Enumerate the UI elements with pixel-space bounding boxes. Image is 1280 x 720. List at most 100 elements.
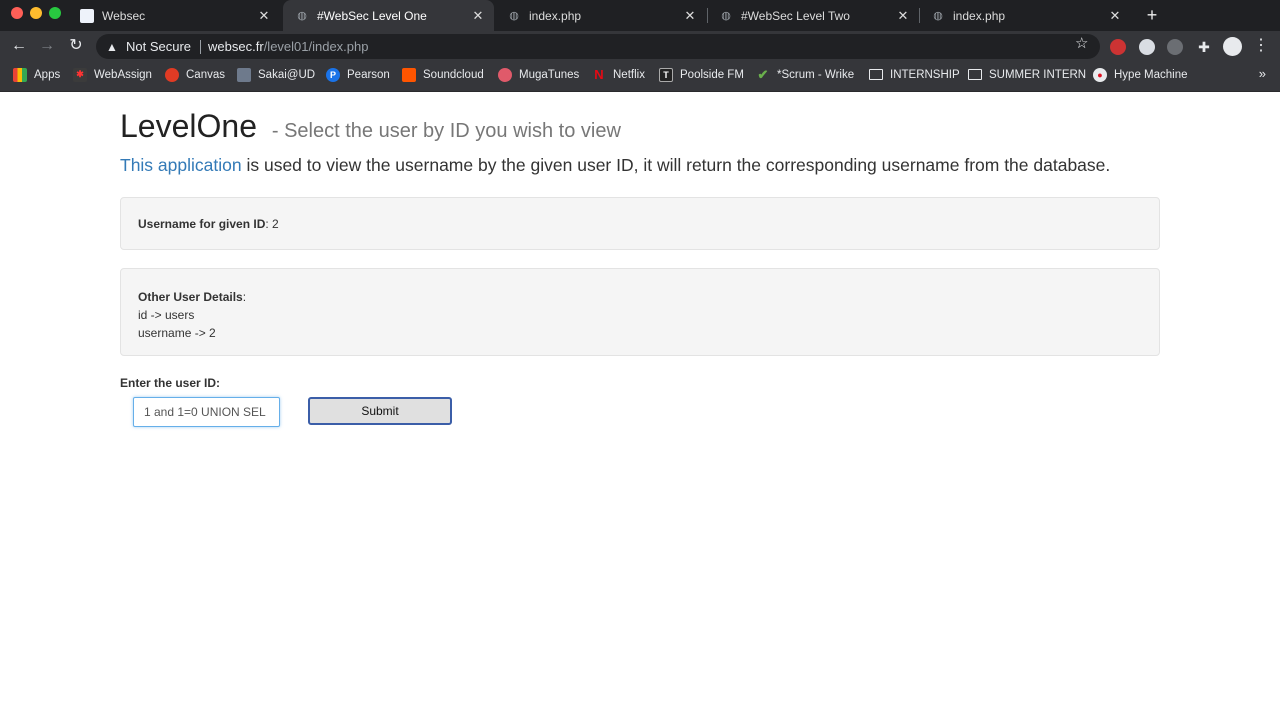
bookmark-label: Sakai@UD: [258, 68, 316, 81]
tab-index-php-2[interactable]: ◍ index.php ✕: [919, 0, 1131, 31]
ublock-extension-icon[interactable]: [1110, 39, 1126, 55]
bookmark-pearson[interactable]: P Pearson: [326, 62, 390, 87]
tab-title: index.php: [953, 8, 1006, 23]
more-bookmarks-chevron-icon[interactable]: »: [1259, 66, 1266, 81]
warning-triangle-icon: ▲: [106, 39, 118, 54]
url-host: websec.fr: [208, 39, 264, 54]
details-line-id: id -> users: [138, 308, 195, 322]
forward-arrow-icon[interactable]: →: [37, 36, 57, 56]
browser-toolbar: ← → ↻ ▲ Not Secure websec.fr/level01/ind…: [0, 31, 1280, 62]
bookmark-hype-machine[interactable]: ● Hype Machine: [1093, 62, 1188, 87]
profile-avatar-icon[interactable]: [1223, 37, 1242, 56]
bookmarks-bar: Apps ✱ WebAssign Canvas Sakai@UD P Pears…: [0, 62, 1280, 92]
poolside-icon: T: [659, 67, 673, 82]
result-value: : 2: [265, 216, 279, 231]
extension-c-icon[interactable]: [1139, 39, 1155, 55]
tab-index-php[interactable]: ◍ index.php ✕: [495, 0, 706, 31]
tab-title: #WebSec Level Two: [741, 8, 850, 23]
not-secure-label[interactable]: Not Secure: [126, 39, 191, 54]
new-tab-button[interactable]: +: [1143, 4, 1161, 26]
zoom-window-button[interactable]: [49, 7, 61, 19]
bookmark-label: Pearson: [347, 68, 390, 81]
submit-button[interactable]: Submit: [308, 397, 452, 425]
bookmark-apps[interactable]: Apps: [13, 62, 60, 87]
bookmark-sakai[interactable]: Sakai@UD: [237, 62, 315, 87]
extension-gear-icon[interactable]: [1167, 39, 1183, 55]
lead-paragraph: This application is used to view the use…: [120, 155, 1110, 176]
bookmark-label: MugaTunes: [519, 68, 580, 81]
close-icon[interactable]: ✕: [1107, 8, 1123, 24]
tab-bar: Websec ✕ ◍ #WebSec Level One ✕ ◍ index.p…: [0, 0, 1280, 31]
bookmark-label: Hype Machine: [1114, 68, 1188, 81]
reload-icon[interactable]: ↻: [66, 36, 86, 56]
result-well: Username for given ID: 2: [120, 197, 1160, 250]
tab-title: #WebSec Level One: [317, 8, 427, 23]
details-label: Other User Details: [138, 290, 243, 304]
bookmark-mugatunes[interactable]: MugaTunes: [498, 62, 579, 87]
url-path: /level01/index.php: [263, 39, 369, 54]
close-icon[interactable]: ✕: [682, 8, 698, 24]
bookmark-webassign[interactable]: ✱ WebAssign: [73, 62, 152, 87]
back-arrow-icon[interactable]: ←: [9, 36, 29, 56]
bookmark-label: Canvas: [186, 68, 225, 81]
bookmark-label: Apps: [34, 68, 61, 81]
tab-title: Websec: [102, 8, 146, 23]
wrike-check-icon: ✔: [757, 66, 769, 82]
bookmark-star-icon[interactable]: ☆: [1075, 34, 1088, 52]
bookmark-netflix[interactable]: N Netflix: [592, 62, 645, 87]
apps-grid-icon: [13, 67, 27, 82]
soundcloud-icon: [402, 67, 416, 82]
page-title: LevelOne - Select the user by ID you wis…: [120, 108, 621, 145]
lead-text: is used to view the username by the give…: [241, 155, 1111, 175]
extensions-puzzle-icon[interactable]: ✚: [1194, 37, 1214, 57]
globe-icon: ◍: [721, 10, 731, 22]
tab-title: index.php: [529, 8, 582, 23]
sakai-icon: [237, 67, 251, 82]
omnibox-divider: [200, 39, 202, 54]
mugatunes-icon: [498, 67, 512, 82]
details-well: Other User Details: id -> users username…: [120, 268, 1160, 356]
bookmark-label: WebAssign: [94, 68, 152, 81]
bookmark-label: Netflix: [613, 68, 645, 81]
bookmark-label: Soundcloud: [423, 68, 484, 81]
user-id-input[interactable]: [133, 397, 280, 427]
bookmark-soundcloud[interactable]: Soundcloud: [402, 62, 484, 87]
tab-websec-level-two[interactable]: ◍ #WebSec Level Two ✕: [707, 0, 919, 31]
page-title-text: LevelOne: [120, 108, 257, 144]
netflix-icon: N: [594, 67, 604, 82]
bookmark-internship-folder[interactable]: INTERNSHIP: [869, 62, 960, 87]
websec-favicon-icon: [80, 8, 94, 23]
globe-icon: ◍: [509, 10, 519, 22]
page-subtitle: - Select the user by ID you wish to view: [271, 120, 621, 142]
close-window-button[interactable]: [11, 7, 23, 19]
bookmark-label: *Scrum - Wrike: [777, 68, 855, 81]
tab-websec[interactable]: Websec ✕: [68, 0, 280, 31]
pearson-icon: P: [326, 67, 340, 82]
minimize-window-button[interactable]: [30, 7, 42, 19]
folder-icon: [869, 69, 883, 80]
globe-icon: ◍: [297, 10, 307, 22]
folder-icon: [968, 69, 982, 80]
canvas-icon: [165, 67, 179, 82]
bookmark-label: Poolside FM: [680, 68, 744, 81]
bookmark-summer-intern-folder[interactable]: SUMMER INTERN: [968, 62, 1086, 87]
bookmark-poolside[interactable]: T Poolside FM: [659, 62, 744, 87]
close-icon[interactable]: ✕: [256, 8, 272, 24]
address-bar[interactable]: ▲ Not Secure websec.fr/level01/index.php: [96, 34, 1100, 59]
user-id-label: Enter the user ID:: [120, 376, 221, 390]
details-line-username: username -> 2: [138, 326, 216, 340]
webassign-icon: ✱: [73, 67, 87, 82]
close-icon[interactable]: ✕: [470, 8, 486, 24]
result-label: Username for given ID: [138, 216, 266, 231]
tab-websec-level-one[interactable]: ◍ #WebSec Level One ✕: [283, 0, 494, 31]
globe-icon: ◍: [933, 10, 943, 22]
menu-kebab-icon[interactable]: ⋮: [1251, 36, 1271, 56]
bookmark-label: SUMMER INTERN: [989, 68, 1087, 81]
details-colon: :: [242, 290, 247, 304]
bookmark-canvas[interactable]: Canvas: [165, 62, 225, 87]
details-heading: Other User Details:: [138, 288, 1142, 306]
application-link[interactable]: This application: [120, 155, 242, 175]
bookmark-wrike[interactable]: ✔ *Scrum - Wrike: [756, 62, 855, 87]
close-icon[interactable]: ✕: [895, 8, 911, 24]
hype-machine-icon: ●: [1093, 67, 1107, 82]
